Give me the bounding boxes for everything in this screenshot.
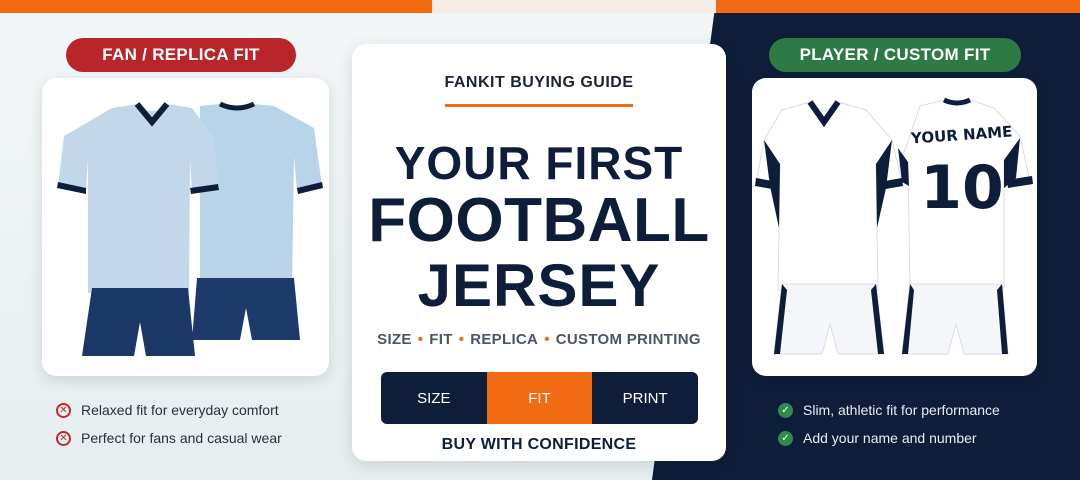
fan-jersey-front — [57, 102, 219, 293]
fan-benefit-item: ✕ Relaxed fit for everyday comfort — [56, 396, 282, 424]
guide-label: FANKIT BUYING GUIDE — [444, 74, 634, 91]
player-jersey-front — [755, 100, 903, 291]
tab-fit[interactable]: FIT — [486, 372, 593, 424]
player-benefit-item: ✓ Slim, athletic fit for performance — [778, 396, 1000, 424]
check-circle-icon: ✓ — [778, 430, 793, 446]
fan-kit-image — [42, 78, 329, 376]
player-shorts-front — [773, 283, 885, 355]
guide-underline — [445, 104, 633, 107]
player-benefit-text: Add your name and number — [803, 430, 977, 446]
topic-size: SIZE — [377, 331, 412, 348]
bullet-dot: • — [417, 331, 424, 348]
headline-line-1: YOUR FIRST — [394, 137, 684, 189]
topic-fit: FIT — [429, 331, 453, 348]
player-fit-badge: PLAYER / CUSTOM FIT — [769, 38, 1021, 72]
topic-replica: REPLICA — [470, 331, 539, 348]
headline-line-3: JERSEY — [417, 252, 661, 319]
fan-shorts-front — [82, 288, 195, 356]
fan-benefit-text: Perfect for fans and casual wear — [81, 430, 282, 446]
x-circle-icon: ✕ — [56, 430, 71, 446]
topic-custom-printing: CUSTOM PRINTING — [555, 331, 701, 348]
guide-tabs: SIZE FIT PRINT — [381, 372, 698, 424]
player-benefit-item: ✓ Add your name and number — [778, 424, 1000, 452]
buying-guide-card: FANKIT BUYING GUIDE YOUR FIRST FOOTBALL … — [352, 44, 726, 461]
player-benefit-text: Slim, athletic fit for performance — [803, 402, 1000, 418]
fan-benefits-list: ✕ Relaxed fit for everyday comfort ✕ Per… — [56, 396, 282, 452]
bullet-dot: • — [458, 331, 465, 348]
top-accent-bar-gap — [432, 0, 716, 13]
player-shorts-back — [901, 283, 1009, 355]
fan-benefit-text: Relaxed fit for everyday comfort — [81, 402, 279, 418]
tab-print[interactable]: PRINT — [592, 372, 698, 424]
player-benefits-list: ✓ Slim, athletic fit for performance ✓ A… — [778, 396, 1000, 452]
cta-text: BUY WITH CONFIDENCE — [441, 436, 637, 453]
fan-fit-badge: FAN / REPLICA FIT — [66, 38, 296, 72]
player-kit-image: YOUR NAME 10 — [752, 78, 1037, 376]
headline-line-2: FOOTBALL — [368, 186, 710, 255]
fan-benefit-item: ✕ Perfect for fans and casual wear — [56, 424, 282, 452]
jersey-number-print: 10 — [920, 153, 1004, 223]
fan-jersey-back — [200, 101, 323, 286]
topics-line: SIZE • FIT • REPLICA • CUSTOM PRINTING — [352, 331, 726, 348]
check-circle-icon: ✓ — [778, 402, 793, 418]
player-jersey-back: YOUR NAME 10 — [893, 97, 1033, 289]
x-circle-icon: ✕ — [56, 402, 71, 418]
tab-size[interactable]: SIZE — [381, 372, 487, 424]
fan-shorts-back — [192, 278, 300, 340]
bullet-dot: • — [544, 331, 550, 348]
